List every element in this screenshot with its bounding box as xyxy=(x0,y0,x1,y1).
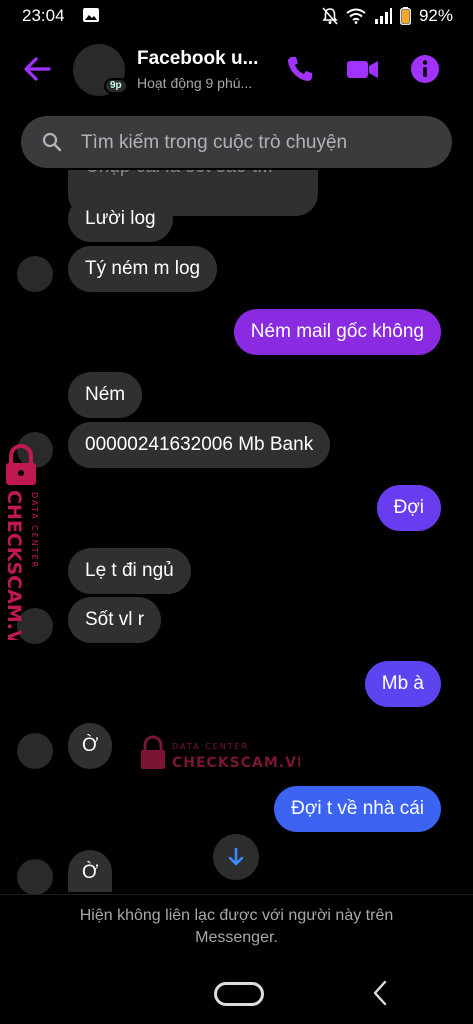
status-time: 23:04 xyxy=(22,6,65,25)
message-bubble-outgoing[interactable]: Mb à xyxy=(364,661,441,707)
battery-level: 92% xyxy=(418,6,453,25)
back-arrow-icon[interactable] xyxy=(22,54,52,84)
signal-icon xyxy=(374,8,392,24)
watermark-text: CHECKSCAM.VN xyxy=(3,490,25,640)
contact-name[interactable]: Facebook u... xyxy=(137,48,258,70)
message-bubble-incoming[interactable]: Ờ xyxy=(68,850,113,892)
arrow-down-icon xyxy=(228,847,244,866)
home-button[interactable] xyxy=(214,982,264,1006)
watermark-text: CHECKSCAM.VN xyxy=(172,755,300,771)
search-input[interactable] xyxy=(79,116,443,170)
conversation-header: 9p Facebook u... Hoạt động 9 phú... xyxy=(0,34,473,106)
sender-avatar xyxy=(17,733,53,769)
message-bubble-incoming[interactable]: Lười log xyxy=(68,196,173,242)
message-bubble-incoming[interactable]: Lẹ t đi ngủ xyxy=(68,548,191,594)
phone-call-icon[interactable] xyxy=(285,54,315,84)
partial-message-text: Chụp cái là sốt sao t... xyxy=(85,170,273,178)
sender-avatar xyxy=(17,256,53,292)
message-bubble-incoming[interactable]: 00000241632006 Mb Bank xyxy=(68,422,331,468)
message-bubble-incoming[interactable]: Ném xyxy=(68,372,143,418)
watermark-subtext: DATA CENTER xyxy=(172,742,249,751)
status-bar: 23:04 92% xyxy=(0,0,473,34)
checkscam-watermark-vertical: CHECKSCAM.VN DATA CENTER xyxy=(3,444,39,640)
divider xyxy=(0,894,473,895)
battery-icon xyxy=(400,7,411,25)
search-icon xyxy=(42,132,62,152)
watermark-subtext: DATA CENTER xyxy=(30,492,39,569)
active-time-badge: 9p xyxy=(104,78,128,94)
message-bubble-outgoing[interactable]: Đợi xyxy=(376,485,441,531)
message-bubble-outgoing[interactable]: Ném mail gốc không xyxy=(233,309,441,355)
scroll-to-bottom-button[interactable] xyxy=(213,834,259,880)
active-status: Hoạt động 9 phú... xyxy=(137,75,253,91)
image-notification-icon xyxy=(83,8,99,22)
video-call-icon[interactable] xyxy=(346,54,380,84)
checkscam-watermark-horizontal: DATA CENTER CHECKSCAM.VN xyxy=(141,735,300,771)
wifi-icon xyxy=(346,8,366,24)
unavailable-notice: Hiện không liên lạc được với người này t… xyxy=(79,907,394,946)
search-bar[interactable] xyxy=(21,116,452,170)
message-bubble-incoming[interactable]: Sốt vl r xyxy=(68,597,162,643)
sender-avatar xyxy=(17,859,53,895)
mute-notifications-icon xyxy=(322,7,338,25)
message-bubble-incoming[interactable]: Ờ xyxy=(68,723,113,769)
info-icon[interactable] xyxy=(410,54,440,84)
nav-back-icon[interactable] xyxy=(372,980,388,1006)
message-bubble-outgoing[interactable]: Đợi t về nhà cái xyxy=(274,786,441,832)
message-bubble-incoming[interactable]: Tý ném m log xyxy=(68,246,218,292)
